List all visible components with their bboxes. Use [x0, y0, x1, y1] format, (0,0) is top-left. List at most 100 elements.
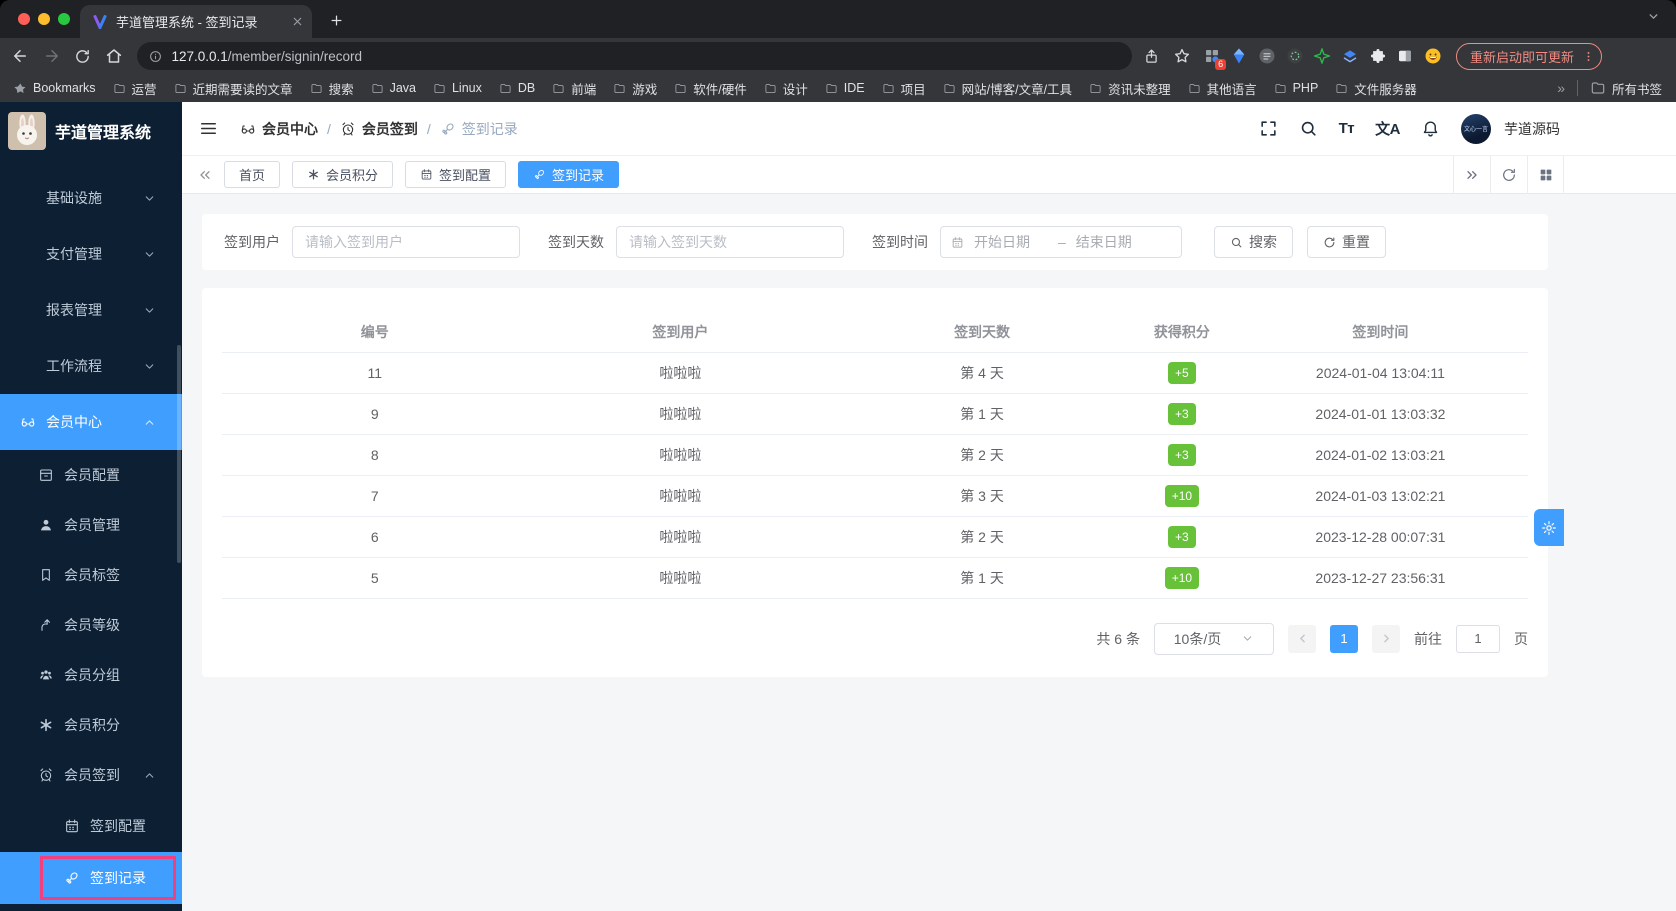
extension-star-icon[interactable] — [1312, 45, 1333, 67]
bookmark-item[interactable]: 设计 — [764, 79, 808, 98]
url-text[interactable]: 127.0.0.1/member/signin/record — [171, 49, 362, 64]
bookmark-item[interactable]: 资讯未整理 — [1089, 79, 1171, 98]
bookmark-item[interactable]: 游戏 — [613, 79, 657, 98]
table-row[interactable]: 6 啦啦啦第 2 天 +3 2023-12-28 00:07:31 — [222, 516, 1528, 558]
bookmark-item[interactable]: 前端 — [552, 79, 596, 98]
home-icon[interactable] — [102, 43, 126, 69]
bookmark-item[interactable]: 运营 — [113, 79, 157, 98]
page-tab-首页[interactable]: 首页 — [224, 161, 281, 188]
browser-tab[interactable]: 芋道管理系统 - 签到记录 — [80, 5, 312, 38]
bookmark-item[interactable]: PHP — [1274, 81, 1318, 95]
extension-split-icon[interactable] — [1395, 45, 1416, 67]
sidebar-item-会员等级[interactable]: 会员等级 — [0, 600, 182, 650]
forward-icon[interactable] — [39, 43, 63, 69]
bookmark-item[interactable]: Java — [371, 81, 416, 95]
all-bookmarks-button[interactable]: 所有书签 — [1590, 79, 1662, 98]
close-tab-icon[interactable] — [291, 15, 304, 28]
sidebar-item-签到配置[interactable]: 签到配置 — [0, 800, 182, 852]
bookmark-item[interactable]: 其他语言 — [1188, 79, 1257, 98]
refresh-page-icon[interactable] — [1490, 155, 1527, 194]
breadcrumb-item[interactable]: 会员中心 — [240, 119, 318, 139]
bookmarks-overflow-chevron[interactable]: » — [1557, 80, 1565, 96]
table-row[interactable]: 5 啦啦啦第 1 天 +10 2023-12-27 23:56:31 — [222, 557, 1528, 599]
minimize-window-button[interactable] — [38, 13, 50, 25]
back-icon[interactable] — [8, 43, 32, 69]
app-logo-row[interactable]: 芋道管理系统 — [0, 102, 182, 160]
table-row[interactable]: 8 啦啦啦第 2 天 +3 2024-01-02 13:03:21 — [222, 434, 1528, 476]
sidebar-item-会员配置[interactable]: 会员配置 — [0, 450, 182, 500]
sidebar-item-报表管理[interactable]: 报表管理 — [0, 282, 182, 338]
profile-avatar-icon[interactable] — [1422, 45, 1443, 67]
share-icon[interactable] — [1139, 43, 1163, 69]
sidebar-item-签到记录[interactable]: 签到记录 — [0, 852, 182, 904]
reload-icon[interactable] — [71, 43, 95, 69]
page-tab-会员积分[interactable]: 会员积分 — [292, 161, 394, 188]
sidebar-item-会员中心[interactable]: 会员中心 — [0, 394, 182, 450]
breadcrumb-item[interactable]: 会员签到 — [340, 119, 418, 139]
tags-scroll-right-icon[interactable] — [1453, 155, 1490, 194]
username[interactable]: 芋道源码 — [1504, 119, 1560, 139]
extension-layers-icon[interactable] — [1340, 45, 1361, 67]
sidebar-item-会员积分[interactable]: 会员积分 — [0, 700, 182, 750]
info-icon[interactable] — [149, 50, 162, 63]
extension-kite-icon[interactable] — [1229, 45, 1250, 67]
table-row[interactable]: 11 啦啦啦第 4 天 +5 2024-01-04 13:04:11 — [222, 352, 1528, 394]
next-page-button[interactable] — [1372, 624, 1400, 653]
zoom-window-button[interactable] — [58, 13, 70, 25]
sidebar-item-基础设施[interactable]: 基础设施 — [0, 170, 182, 226]
menu-fold-icon[interactable] — [194, 115, 222, 143]
sidebar-item-支付管理[interactable]: 支付管理 — [0, 226, 182, 282]
table-row[interactable]: 7 啦啦啦第 3 天 +10 2024-01-03 13:02:21 — [222, 475, 1528, 517]
bookmark-item[interactable]: DB — [499, 81, 535, 95]
close-window-button[interactable] — [18, 13, 30, 25]
user-avatar[interactable]: 文心一言 — [1461, 113, 1491, 144]
goto-page-input[interactable] — [1456, 624, 1500, 653]
filter-user-input[interactable] — [292, 226, 520, 258]
page-tab-签到配置[interactable]: 签到配置 — [405, 161, 507, 188]
tags-scroll-left-icon[interactable] — [192, 167, 218, 183]
sidebar-item-会员管理[interactable]: 会员管理 — [0, 500, 182, 550]
new-tab-button[interactable] — [322, 6, 350, 34]
bell-icon[interactable] — [1421, 119, 1440, 138]
bookmark-item[interactable]: Bookmarks — [14, 81, 96, 95]
bookmark-item[interactable]: 软件/硬件 — [674, 79, 747, 98]
bookmark-star-icon[interactable] — [1170, 43, 1194, 69]
chrome-update-button[interactable]: 重新启动即可更新 — [1456, 42, 1603, 70]
fullscreen-icon[interactable] — [1259, 119, 1278, 138]
page-number-button[interactable]: 1 — [1330, 624, 1358, 653]
bookmark-item[interactable]: 近期需要读的文章 — [174, 79, 293, 98]
bookmark-item[interactable]: Linux — [433, 81, 482, 95]
bookmark-item[interactable]: 项目 — [882, 79, 926, 98]
date-range-picker[interactable]: 开始日期 – 结束日期 — [940, 226, 1182, 258]
window-controls[interactable] — [18, 13, 70, 25]
search-icon[interactable] — [1299, 119, 1318, 138]
sidebar-item-会员分组[interactable]: 会员分组 — [0, 650, 182, 700]
extensions-puzzle-icon[interactable] — [1367, 45, 1388, 67]
reset-button[interactable]: 重置 — [1307, 226, 1386, 258]
extension-circle-icon[interactable] — [1257, 45, 1278, 67]
translate-icon[interactable]: 文A — [1375, 118, 1400, 139]
search-button[interactable]: 搜索 — [1214, 226, 1293, 258]
bookmark-item[interactable]: IDE — [825, 81, 865, 95]
sidebar-item-会员标签[interactable]: 会员标签 — [0, 550, 182, 600]
browser-menu-icon[interactable] — [1582, 50, 1595, 63]
layout-grid-icon[interactable] — [1527, 155, 1564, 194]
page-tab-签到记录[interactable]: 签到记录 — [518, 161, 620, 188]
address-bar[interactable]: 127.0.0.1/member/signin/record — [137, 42, 1132, 70]
bookmark-item[interactable]: 网站/博客/文章/工具 — [943, 79, 1072, 98]
tab-search-icon[interactable] — [1647, 10, 1660, 23]
font-size-icon[interactable]: Tт — [1339, 120, 1355, 137]
table-row[interactable]: 9 啦啦啦第 1 天 +3 2024-01-01 13:03:32 — [222, 393, 1528, 435]
settings-gear-button[interactable] — [1534, 509, 1564, 546]
filter-days-input[interactable] — [616, 226, 844, 258]
extension-recorder-icon[interactable] — [1284, 45, 1305, 67]
sidebar-item-工作流程[interactable]: 工作流程 — [0, 338, 182, 394]
breadcrumb-item[interactable]: 签到记录 — [440, 119, 518, 139]
bookmark-item[interactable]: 搜索 — [310, 79, 354, 98]
sidebar-scrollbar[interactable] — [177, 345, 181, 563]
page-size-select[interactable]: 10条/页 — [1154, 622, 1274, 655]
prev-page-button[interactable] — [1288, 624, 1316, 653]
bookmark-item[interactable]: 文件服务器 — [1335, 79, 1417, 98]
extension-blocks-icon[interactable]: 6 — [1202, 45, 1227, 70]
sidebar-item-会员签到[interactable]: 会员签到 — [0, 750, 182, 800]
